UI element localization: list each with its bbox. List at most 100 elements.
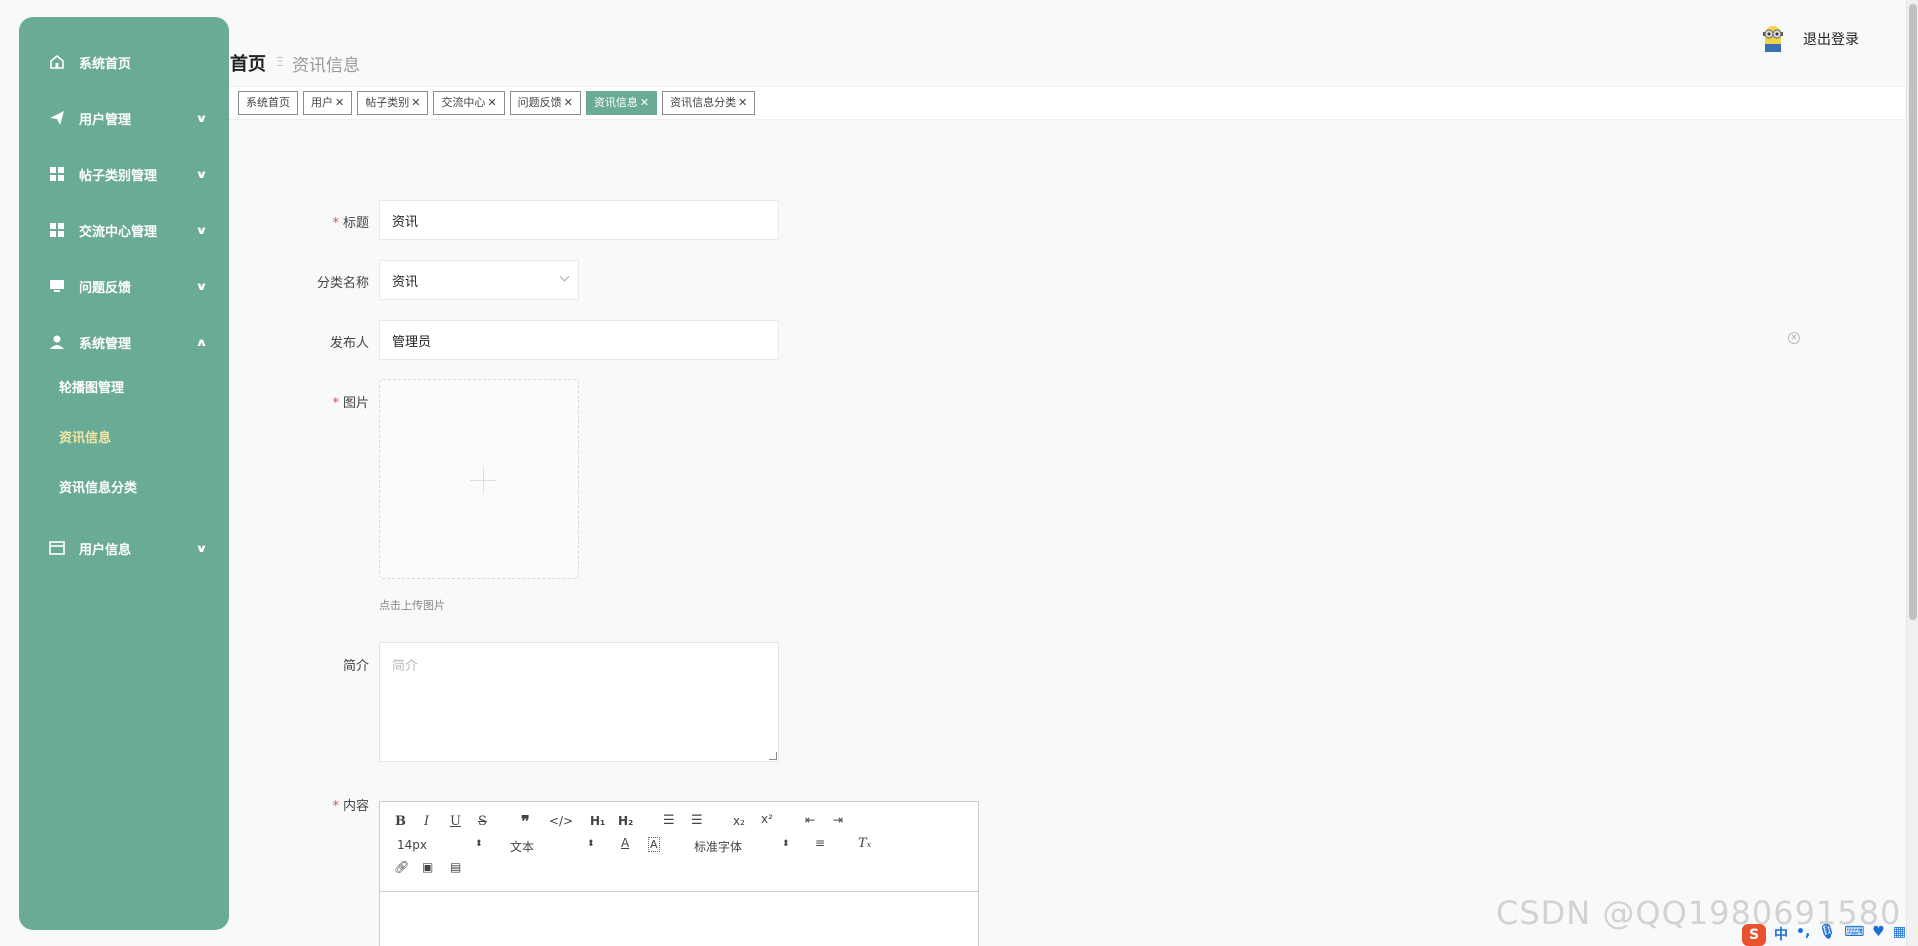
monitor-icon xyxy=(49,278,65,294)
tag-news[interactable]: 资讯信息 ✕ xyxy=(585,91,658,115)
outdent-button[interactable]: ⇤ xyxy=(805,813,815,827)
tags-bar: 系统首页 用户 ✕ 帖子类别 ✕ 交流中心 ✕ 问题反馈 ✕ 资讯信息 ✕ 资讯信息分类 ✕ xyxy=(229,86,1905,120)
bold-button[interactable]: B xyxy=(395,814,406,829)
clean-format-button[interactable]: Tₓ xyxy=(858,836,871,851)
font-size-picker[interactable]: 14px ⬍ xyxy=(397,838,483,852)
tag-feedback[interactable]: 问题反馈 ✕ xyxy=(509,91,581,115)
sidebar-subitem-news-category[interactable]: 资讯信息分类 xyxy=(59,477,137,496)
sidebar-item-label: 用户管理 xyxy=(79,112,132,128)
sidebar: 系统首页 用户管理 ∨ 帖子类别管理 ∨ 交流中心管理 ∨ 问题反馈 ∨ 系统管… xyxy=(19,17,229,930)
tag-label: 资讯信息分类 xyxy=(670,96,737,109)
publisher-input[interactable]: 管理员 xyxy=(379,320,779,360)
font-color-button[interactable]: A xyxy=(621,836,629,850)
close-icon[interactable]: ✕ xyxy=(564,96,573,109)
background-color-button[interactable]: A xyxy=(648,837,660,852)
skin-icon[interactable]: ♥︎ xyxy=(1872,924,1885,946)
avatar xyxy=(1758,22,1788,54)
link-icon[interactable]: 🔗︎ xyxy=(394,860,409,874)
h2-button[interactable]: H₂ xyxy=(618,814,633,828)
tag-post-category[interactable]: 帖子类别 ✕ xyxy=(357,91,429,115)
category-label: 分类名称 xyxy=(316,276,369,291)
sidebar-item-user-info[interactable]: 用户信息 ∨ xyxy=(19,530,229,566)
strike-button[interactable]: S xyxy=(478,814,487,829)
header-picker[interactable]: 文本 ⬍ xyxy=(510,838,595,855)
sidebar-subitem-carousel[interactable]: 轮播图管理 xyxy=(59,377,124,396)
close-icon[interactable]: ✕ xyxy=(640,96,649,109)
font-family-picker[interactable]: 标准字体 ⬍ xyxy=(694,838,790,855)
sidebar-item-label: 帖子类别管理 xyxy=(79,168,158,184)
home-icon xyxy=(49,54,65,70)
italic-button[interactable]: I xyxy=(424,814,429,829)
sidebar-item-system-management[interactable]: 系统管理 ∧ xyxy=(19,324,229,360)
tag-label: 用户 xyxy=(311,96,333,109)
code-block-button[interactable]: </> xyxy=(549,814,573,828)
tag-label: 资讯信息 xyxy=(593,96,638,109)
title-label: * 标题 xyxy=(332,216,369,231)
ime-toolbar: S 中 •, 🎙︎ ⌨︎ ♥︎ ▦ xyxy=(1742,924,1906,946)
chevron-up-icon: ∧ xyxy=(195,335,208,349)
title-input[interactable]: 资讯 xyxy=(379,200,779,240)
sidebar-item-exchange-center[interactable]: 交流中心管理 ∨ xyxy=(19,212,229,248)
video-icon[interactable]: ▤ xyxy=(450,860,461,874)
close-icon[interactable]: ✕ xyxy=(335,96,344,109)
tag-exchange-center[interactable]: 交流中心 ✕ xyxy=(433,91,505,115)
sidebar-item-home[interactable]: 系统首页 xyxy=(19,44,229,80)
sidebar-subitem-news[interactable]: 资讯信息 xyxy=(59,427,111,446)
intro-placeholder: 简介 xyxy=(392,659,419,674)
breadcrumb-separator: Ξ xyxy=(276,55,284,69)
sidebar-item-user-management[interactable]: 用户管理 ∨ xyxy=(19,100,229,136)
intro-label: 简介 xyxy=(342,659,369,674)
sidebar-item-feedback[interactable]: 问题反馈 ∨ xyxy=(19,268,229,304)
rich-text-editor[interactable]: B I U S ❞ </> H₁ H₂ ☰ ☰ x₂ x² ⇤ ⇥ 14px ⬍ … xyxy=(379,801,979,946)
ime-language[interactable]: 中 xyxy=(1774,924,1788,946)
page-scrollbar[interactable] xyxy=(1906,0,1918,946)
underline-button[interactable]: U xyxy=(450,814,461,829)
grid-icon xyxy=(49,222,65,238)
intro-textarea[interactable]: 简介 xyxy=(379,642,779,762)
tag-label: 问题反馈 xyxy=(517,96,562,109)
close-icon[interactable]: ✕ xyxy=(738,96,747,109)
blockquote-button[interactable]: ❞ xyxy=(521,812,530,831)
indent-button[interactable]: ⇥ xyxy=(833,813,843,827)
align-button[interactable]: ≡ xyxy=(815,836,825,850)
superscript-button[interactable]: x² xyxy=(761,812,773,826)
logout-button[interactable]: 退出登录 xyxy=(1803,29,1859,49)
editor-toolbar: B I U S ❞ </> H₁ H₂ ☰ ☰ x₂ x² ⇤ ⇥ 14px ⬍ … xyxy=(380,802,978,892)
resize-handle[interactable] xyxy=(769,752,777,760)
subscript-button[interactable]: x₂ xyxy=(733,814,745,828)
apps-icon[interactable]: ▦ xyxy=(1893,924,1906,946)
publisher-label: 发布人 xyxy=(329,336,369,351)
user-icon xyxy=(49,334,65,350)
sidebar-item-post-category[interactable]: 帖子类别管理 ∨ xyxy=(19,156,229,192)
tag-home[interactable]: 系统首页 xyxy=(238,91,298,115)
tag-label: 系统首页 xyxy=(246,96,290,109)
tag-users[interactable]: 用户 ✕ xyxy=(303,91,353,115)
tag-news-category[interactable]: 资讯信息分类 ✕ xyxy=(662,91,756,115)
ime-logo[interactable]: S xyxy=(1742,924,1766,946)
chevron-down-icon: ∨ xyxy=(195,111,208,125)
image-upload[interactable] xyxy=(379,379,579,579)
breadcrumb-home[interactable]: 首页 xyxy=(230,50,266,76)
h1-button[interactable]: H₁ xyxy=(590,814,605,828)
bullet-list-button[interactable]: ☰ xyxy=(691,813,703,828)
category-select[interactable]: 资讯 xyxy=(379,260,579,300)
chevron-down-icon: ∨ xyxy=(195,167,208,181)
sidebar-item-label: 系统首页 xyxy=(79,56,132,72)
chevron-down-icon: ∨ xyxy=(195,279,208,293)
image-label: * 图片 xyxy=(332,396,369,411)
keyboard-icon[interactable]: ⌨︎ xyxy=(1844,924,1864,946)
scrollbar-thumb[interactable] xyxy=(1909,4,1917,620)
microphone-icon[interactable]: 🎙︎ xyxy=(1818,924,1836,946)
card-icon xyxy=(49,540,65,556)
upload-tip: 点击上传图片 xyxy=(379,599,445,612)
tag-label: 帖子类别 xyxy=(365,96,410,109)
punctuation-icon[interactable]: •, xyxy=(1796,924,1810,946)
sidebar-item-label: 交流中心管理 xyxy=(79,224,158,240)
image-icon[interactable]: ▣ xyxy=(422,860,433,874)
close-icon[interactable]: ✕ xyxy=(411,96,420,109)
ordered-list-button[interactable]: ☰ xyxy=(663,813,675,828)
content-label: * 内容 xyxy=(332,799,369,814)
sidebar-item-label: 用户信息 xyxy=(79,542,132,558)
clear-icon[interactable]: ✕ xyxy=(1788,332,1800,344)
close-icon[interactable]: ✕ xyxy=(487,96,496,109)
